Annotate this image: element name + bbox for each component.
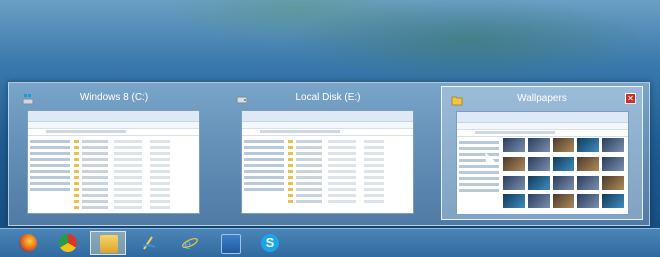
- thumbnail-local-disk-e[interactable]: Local Disk (E:): [227, 86, 429, 220]
- taskbar-steam-button[interactable]: [131, 231, 167, 255]
- disk-icon: [236, 96, 248, 104]
- taskbar: e S: [0, 228, 660, 257]
- folder-icon: [451, 96, 463, 106]
- thumbnail-wallpapers[interactable]: Wallpapers ✕: [441, 86, 643, 220]
- window-preview: [241, 110, 414, 214]
- ie-icon: e: [181, 234, 199, 253]
- explorer-icon: [100, 235, 118, 253]
- taskbar-chrome-button[interactable]: [50, 231, 86, 255]
- skype-icon: S: [261, 234, 279, 252]
- thumbnail-windows-8-c[interactable]: Windows 8 (C:): [13, 86, 215, 220]
- drive-icon: [22, 94, 34, 105]
- window-preview: [456, 111, 629, 215]
- taskbar-firefox-button[interactable]: [10, 231, 46, 255]
- firefox-icon: [19, 234, 37, 252]
- thumbnail-title: Local Disk (E:): [295, 92, 361, 103]
- taskbar-skype-button[interactable]: S: [252, 231, 288, 255]
- thumbnail-title: Wallpapers: [517, 93, 567, 104]
- taskbar-store-button[interactable]: [212, 231, 248, 255]
- close-icon[interactable]: ✕: [625, 93, 636, 104]
- taskbar-ie-button[interactable]: e: [172, 231, 208, 255]
- thumbnail-title: Windows 8 (C:): [79, 92, 149, 103]
- window-preview: [27, 110, 200, 214]
- steam-icon: [140, 234, 158, 252]
- taskbar-explorer-button[interactable]: [90, 231, 126, 255]
- svg-text:e: e: [184, 236, 191, 252]
- chrome-icon: [59, 234, 77, 252]
- store-icon: [221, 234, 241, 254]
- taskbar-thumbnail-preview: Windows 8 (C:) Local Disk (E:) Wallpaper…: [8, 82, 650, 226]
